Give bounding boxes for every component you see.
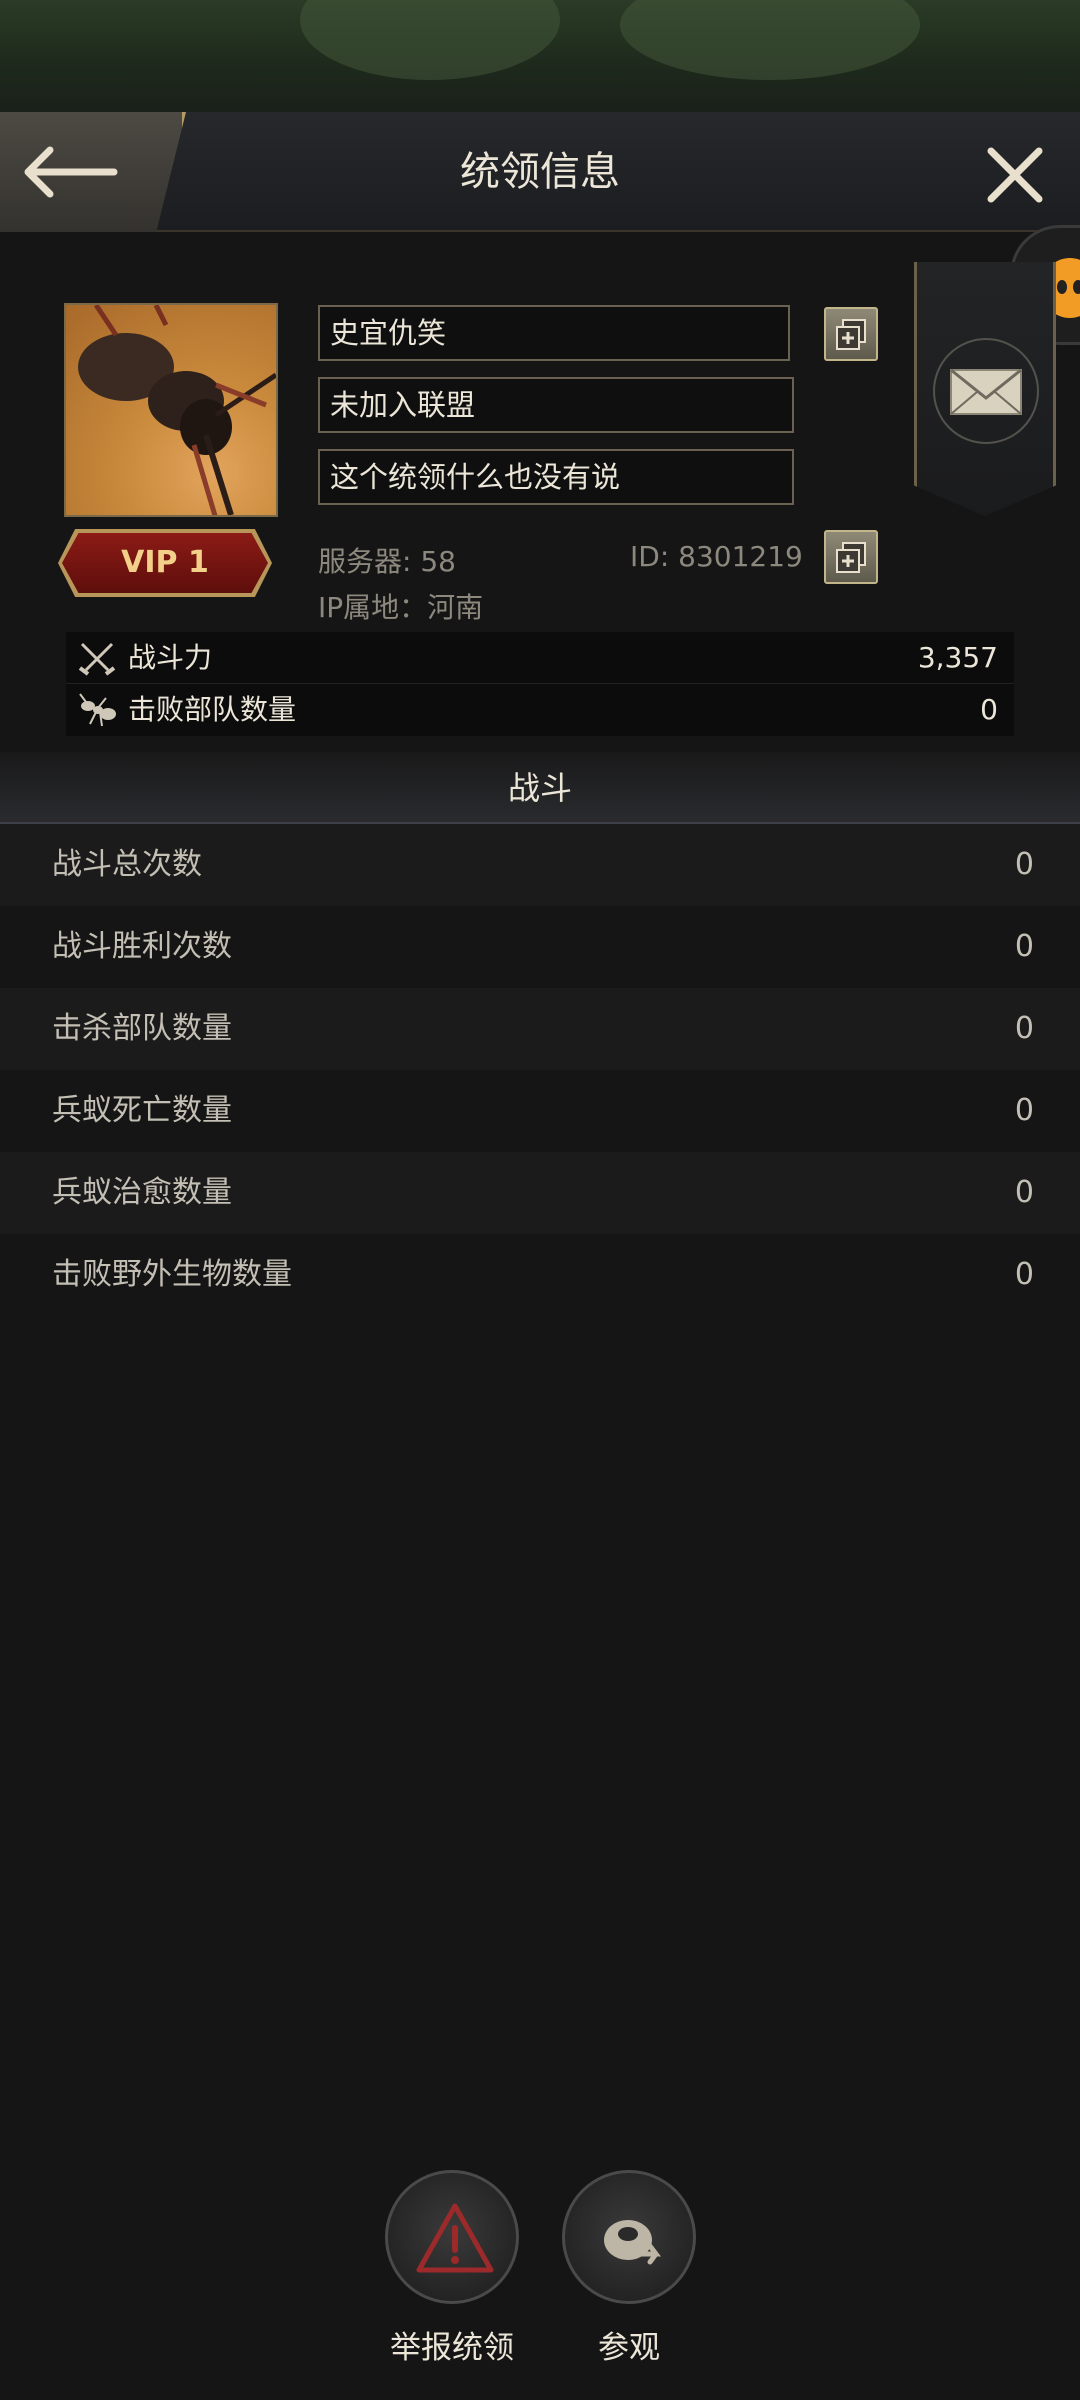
list-item: 战斗胜利次数 0 — [0, 906, 1080, 988]
list-item: 击杀部队数量 0 — [0, 988, 1080, 1070]
list-item-label: 战斗总次数 — [52, 847, 202, 882]
stat-label: 击败部队数量 — [128, 693, 297, 726]
report-commander-label[interactable]: 举报统领 — [352, 2322, 552, 2367]
list-item: 战斗总次数 0 — [0, 824, 1080, 906]
list-item: 兵蚁治愈数量 0 — [0, 1152, 1080, 1234]
warning-icon — [416, 2203, 494, 2273]
list-item-label: 兵蚁死亡数量 — [52, 1093, 232, 1128]
stat-row-defeated-troops: 击败部队数量 0 — [66, 684, 1014, 736]
copy-name-button[interactable] — [824, 307, 878, 361]
copy-id-button[interactable] — [824, 530, 878, 584]
vip-badge[interactable]: VIP 1 — [62, 533, 268, 593]
summary-stats: 战斗力 3,357 击败部队数量 0 — [66, 632, 1014, 736]
player-id-label: ID: 8301219 — [630, 540, 803, 573]
stat-value: 3,357 — [917, 641, 998, 674]
visit-nest-icon — [604, 2220, 661, 2265]
alliance-field: 未加入联盟 — [318, 377, 794, 433]
stat-value: 0 — [980, 693, 998, 726]
back-button[interactable] — [0, 112, 186, 232]
visit-label[interactable]: 参观 — [529, 2322, 729, 2367]
copy-icon — [836, 542, 866, 573]
avatar[interactable] — [64, 303, 278, 517]
report-commander-button[interactable] — [385, 2170, 519, 2304]
back-arrow-icon — [24, 146, 118, 198]
envelope-icon — [950, 368, 1022, 415]
list-item-value: 0 — [1014, 1175, 1034, 1210]
list-item-value: 0 — [1014, 1093, 1034, 1128]
close-icon — [987, 147, 1043, 203]
list-item-value: 0 — [1014, 1011, 1034, 1046]
server-label: 服务器: 58 — [318, 545, 456, 578]
list-item-value: 0 — [1014, 929, 1034, 964]
list-item: 兵蚁死亡数量 0 — [0, 1070, 1080, 1152]
header-bar: 统领信息 — [0, 112, 1080, 232]
close-button[interactable] — [985, 145, 1045, 205]
stat-row-power: 战斗力 3,357 — [66, 632, 1014, 684]
send-mail-button[interactable] — [933, 338, 1039, 444]
ip-location-label: IP属地：河南 — [318, 591, 484, 624]
player-name-field: 史宜仇笑 — [318, 305, 790, 361]
list-item-value: 0 — [1014, 1257, 1034, 1292]
visit-button[interactable] — [562, 2170, 696, 2304]
list-item: 击败野外生物数量 0 — [0, 1234, 1080, 1316]
list-item-label: 击杀部队数量 — [52, 1011, 232, 1046]
stat-label: 战斗力 — [128, 641, 213, 674]
list-item-label: 战斗胜利次数 — [52, 929, 232, 964]
section-title-battle: 战斗 — [0, 752, 1080, 824]
ant-icon — [78, 692, 118, 745]
game-backdrop — [0, 0, 1080, 115]
signature-field: 这个统领什么也没有说 — [318, 449, 794, 505]
battle-stats-list: 战斗总次数 0 战斗胜利次数 0 击杀部队数量 0 兵蚁死亡数量 0 兵蚁治愈数… — [0, 824, 1080, 1316]
player-profile-screen: 统领信息 VIP 1 史宜仇笑 未加入联盟 这个统领什么也没有说 服务器: 58… — [0, 0, 1080, 2400]
copy-icon — [836, 319, 866, 350]
ant-portrait-image — [78, 305, 276, 515]
list-item-label: 兵蚁治愈数量 — [52, 1175, 232, 1210]
list-item-value: 0 — [1014, 847, 1034, 882]
list-item-label: 击败野外生物数量 — [52, 1257, 292, 1292]
